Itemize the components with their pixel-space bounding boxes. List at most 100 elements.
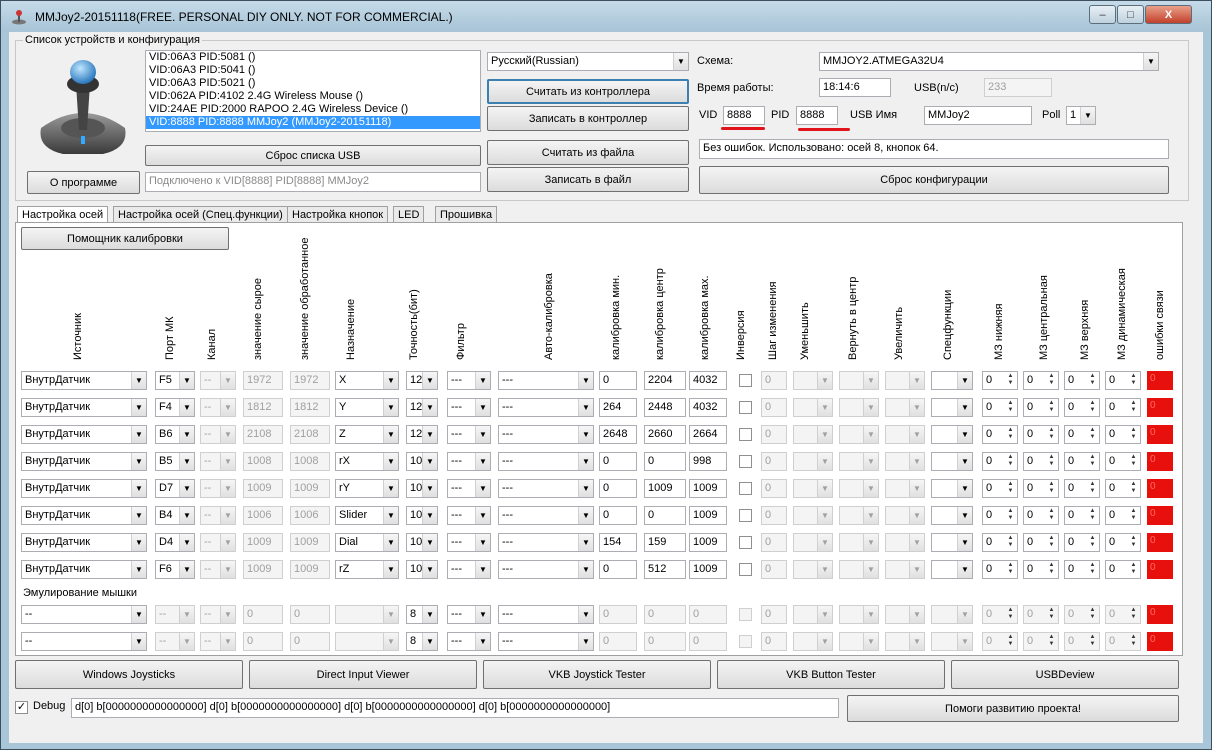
spin-arrows-icon[interactable]: ▲ ▼ [1087, 400, 1098, 415]
spin-arrows-icon[interactable]: ▲ ▼ [1087, 373, 1098, 388]
cell-deadzone-upper[interactable]: 0 ▲ ▼ [1064, 560, 1100, 579]
cell-destination[interactable]: rX ▼ [335, 452, 399, 471]
spin-arrows-icon[interactable]: ▲ ▼ [1005, 373, 1016, 388]
cell-return-center[interactable]: ▼ [839, 560, 879, 579]
minimize-button[interactable]: – [1089, 5, 1116, 24]
cell-deadzone-center[interactable]: 0 ▲ ▼ [1023, 605, 1059, 624]
spin-arrows-icon[interactable]: ▲ ▼ [1046, 634, 1057, 649]
cell-mcu-port[interactable]: B5 ▼ [155, 452, 195, 471]
cell-deadzone-upper[interactable]: 0 ▲ ▼ [1064, 533, 1100, 552]
cell-precision-bits[interactable]: 12 ▼ [406, 371, 438, 390]
spin-arrows-icon[interactable]: ▲ ▼ [1046, 535, 1057, 550]
cell-calibration-center[interactable]: 2204 [644, 371, 686, 390]
cell-deadzone-center[interactable]: 0 ▲ ▼ [1023, 479, 1059, 498]
cell-decrease[interactable]: ▼ [793, 533, 833, 552]
cell-calibration-max[interactable]: 0 [689, 605, 727, 624]
cell-calibration-max[interactable]: 1009 [689, 479, 727, 498]
cell-change-step[interactable]: 0 [761, 452, 787, 471]
cell-change-step[interactable]: 0 [761, 533, 787, 552]
cell-calibration-min[interactable]: 264 [599, 398, 637, 417]
cell-channel[interactable]: -- ▼ [200, 479, 236, 498]
cell-mcu-port[interactable]: D4 ▼ [155, 533, 195, 552]
spin-arrows-icon[interactable]: ▲ ▼ [1005, 634, 1016, 649]
cell-auto-calibration[interactable]: --- ▼ [498, 605, 594, 624]
cell-calibration-center[interactable]: 512 [644, 560, 686, 579]
device-list[interactable]: VID:06A3 PID:5081 () VID:06A3 PID:5041 (… [145, 50, 481, 132]
pid-field[interactable]: 8888 [796, 106, 838, 125]
device-list-item[interactable]: VID:06A3 PID:5021 () [146, 77, 480, 90]
cell-processed-value[interactable]: 2108 [290, 425, 330, 444]
cell-source[interactable]: ВнутрДатчик ▼ [21, 425, 147, 444]
cell-change-step[interactable]: 0 [761, 605, 787, 624]
poll-select[interactable]: 1 ▼ [1066, 106, 1096, 125]
language-select[interactable]: Русский(Russian) ▼ [487, 52, 689, 71]
cell-inversion[interactable] [739, 455, 752, 468]
cell-precision-bits[interactable]: 8 ▼ [406, 605, 438, 624]
cell-auto-calibration[interactable]: --- ▼ [498, 425, 594, 444]
cell-increase[interactable]: ▼ [885, 560, 925, 579]
cell-deadzone-lower[interactable]: 0 ▲ ▼ [982, 479, 1018, 498]
cell-deadzone-center[interactable]: 0 ▲ ▼ [1023, 632, 1059, 651]
cell-change-step[interactable]: 0 [761, 632, 787, 651]
cell-calibration-min[interactable]: 0 [599, 506, 637, 525]
usbdeview-button[interactable]: USBDeview [951, 660, 1179, 689]
cell-inversion[interactable] [739, 509, 752, 522]
direct-input-viewer-button[interactable]: Direct Input Viewer [249, 660, 477, 689]
cell-filter[interactable]: --- ▼ [447, 605, 491, 624]
cell-destination[interactable]: Y ▼ [335, 398, 399, 417]
spin-arrows-icon[interactable]: ▲ ▼ [1087, 562, 1098, 577]
cell-source[interactable]: -- ▼ [21, 605, 147, 624]
cell-decrease[interactable]: ▼ [793, 479, 833, 498]
cell-calibration-min[interactable]: 154 [599, 533, 637, 552]
cell-raw-value[interactable]: 1812 [243, 398, 283, 417]
cell-auto-calibration[interactable]: --- ▼ [498, 632, 594, 651]
cell-filter[interactable]: --- ▼ [447, 425, 491, 444]
cell-destination[interactable]: X ▼ [335, 371, 399, 390]
cell-calibration-max[interactable]: 2664 [689, 425, 727, 444]
cell-destination[interactable]: rY ▼ [335, 479, 399, 498]
cell-deadzone-dynamic[interactable]: 0 ▲ ▼ [1105, 533, 1141, 552]
spin-arrows-icon[interactable]: ▲ ▼ [1128, 535, 1139, 550]
cell-decrease[interactable]: ▼ [793, 506, 833, 525]
cell-decrease[interactable]: ▼ [793, 632, 833, 651]
cell-deadzone-center[interactable]: 0 ▲ ▼ [1023, 371, 1059, 390]
cell-change-step[interactable]: 0 [761, 560, 787, 579]
cell-raw-value[interactable]: 1009 [243, 560, 283, 579]
cell-inversion[interactable] [739, 374, 752, 387]
cell-calibration-center[interactable]: 2660 [644, 425, 686, 444]
cell-raw-value[interactable]: 2108 [243, 425, 283, 444]
cell-calibration-min[interactable]: 0 [599, 452, 637, 471]
cell-deadzone-lower[interactable]: 0 ▲ ▼ [982, 560, 1018, 579]
cell-deadzone-dynamic[interactable]: 0 ▲ ▼ [1105, 371, 1141, 390]
device-list-item[interactable]: VID:06A3 PID:5041 () [146, 64, 480, 77]
cell-precision-bits[interactable]: 10 ▼ [406, 479, 438, 498]
cell-filter[interactable]: --- ▼ [447, 560, 491, 579]
cell-return-center[interactable]: ▼ [839, 425, 879, 444]
cell-destination[interactable]: Z ▼ [335, 425, 399, 444]
cell-deadzone-upper[interactable]: 0 ▲ ▼ [1064, 371, 1100, 390]
spin-arrows-icon[interactable]: ▲ ▼ [1046, 481, 1057, 496]
reset-usb-list-button[interactable]: Сброс списка USB [145, 145, 481, 166]
cell-deadzone-center[interactable]: 0 ▲ ▼ [1023, 533, 1059, 552]
cell-raw-value[interactable]: 1006 [243, 506, 283, 525]
cell-deadzone-dynamic[interactable]: 0 ▲ ▼ [1105, 398, 1141, 417]
spin-arrows-icon[interactable]: ▲ ▼ [1128, 607, 1139, 622]
spin-arrows-icon[interactable]: ▲ ▼ [1046, 400, 1057, 415]
spin-arrows-icon[interactable]: ▲ ▼ [1087, 454, 1098, 469]
spin-arrows-icon[interactable]: ▲ ▼ [1046, 427, 1057, 442]
cell-channel[interactable]: -- ▼ [200, 452, 236, 471]
cell-processed-value[interactable]: 1009 [290, 479, 330, 498]
cell-deadzone-lower[interactable]: 0 ▲ ▼ [982, 506, 1018, 525]
cell-calibration-center[interactable]: 0 [644, 605, 686, 624]
spin-arrows-icon[interactable]: ▲ ▼ [1005, 535, 1016, 550]
cell-source[interactable]: ВнутрДатчик ▼ [21, 452, 147, 471]
cell-source[interactable]: ВнутрДатчик ▼ [21, 506, 147, 525]
reset-config-button[interactable]: Сброс конфигурации [699, 166, 1169, 194]
cell-filter[interactable]: --- ▼ [447, 371, 491, 390]
cell-channel[interactable]: -- ▼ [200, 533, 236, 552]
cell-raw-value[interactable]: 1008 [243, 452, 283, 471]
cell-change-step[interactable]: 0 [761, 425, 787, 444]
spin-arrows-icon[interactable]: ▲ ▼ [1005, 454, 1016, 469]
cell-deadzone-center[interactable]: 0 ▲ ▼ [1023, 452, 1059, 471]
cell-return-center[interactable]: ▼ [839, 506, 879, 525]
